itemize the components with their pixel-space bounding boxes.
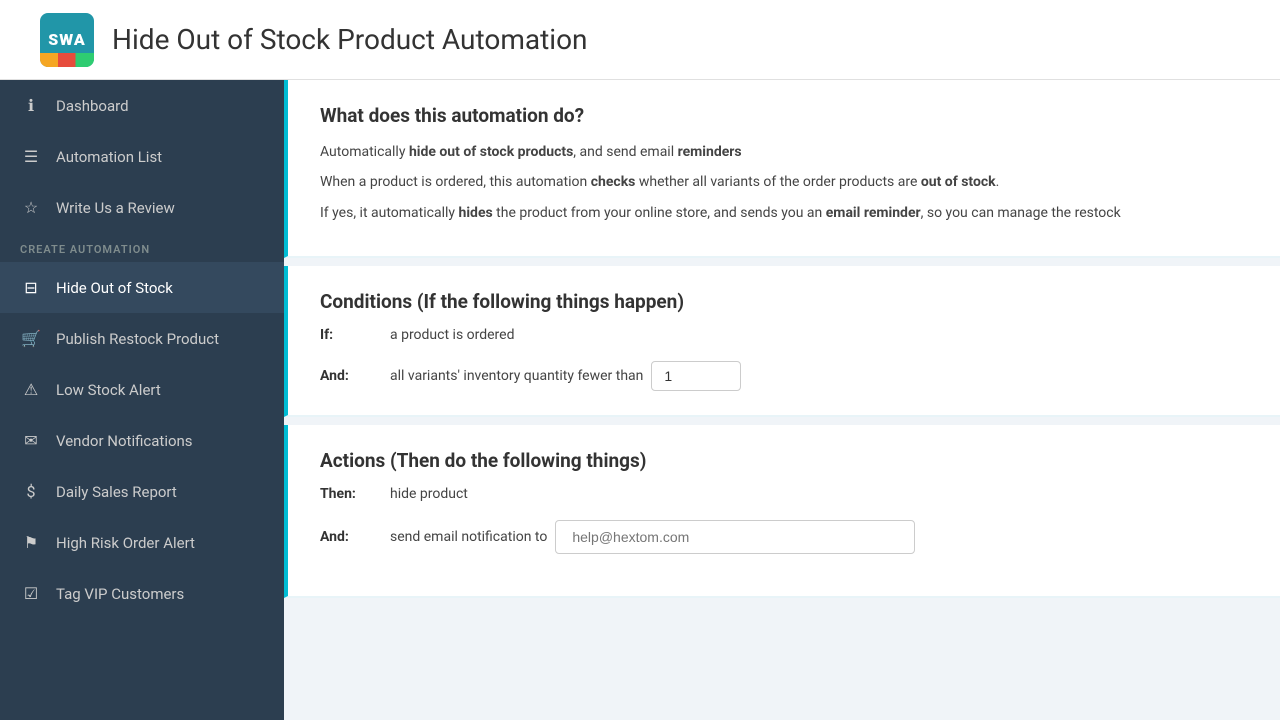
list-icon: ☰ [20, 147, 42, 166]
cart-icon: 🛒 [20, 329, 42, 348]
flag-icon: ⚑ [20, 533, 42, 552]
page-title: Hide Out of Stock Product Automation [112, 23, 588, 56]
sidebar-item-vendor-notifications[interactable]: ✉ Vendor Notifications [0, 415, 284, 466]
description-line2: When a product is ordered, this automati… [320, 171, 1248, 193]
action-then-label: Then: [320, 486, 390, 502]
action-and-text: send email notification to [390, 529, 547, 545]
tag-icon: ☑ [20, 584, 42, 603]
sidebar-item-label: Hide Out of Stock [56, 279, 173, 297]
condition-if-label: If: [320, 327, 390, 343]
sidebar-item-tag-vip-customers[interactable]: ☑ Tag VIP Customers [0, 568, 284, 619]
description-header: What does this automation do? [320, 104, 1248, 127]
sidebar-item-write-review[interactable]: ☆ Write Us a Review [0, 182, 284, 233]
conditions-panel: Conditions (If the following things happ… [284, 266, 1280, 417]
description-line1: Automatically hide out of stock products… [320, 141, 1248, 163]
box-icon: ⊟ [20, 278, 42, 297]
condition-if-row: If: a product is ordered [320, 327, 1248, 343]
conditions-grid: If: a product is ordered And: all varian… [320, 327, 1248, 391]
create-automation-section-label: CREATE AUTOMATION [0, 233, 284, 262]
condition-and-text: all variants' inventory quantity fewer t… [390, 368, 643, 384]
actions-panel: Actions (Then do the following things) T… [284, 425, 1280, 598]
sidebar-item-label: Low Stock Alert [56, 381, 161, 399]
condition-and-label: And: [320, 368, 390, 384]
sidebar-item-label: Write Us a Review [56, 199, 175, 217]
top-bar: SWA Hide Out of Stock Product Automation [0, 0, 1280, 80]
star-icon: ☆ [20, 198, 42, 217]
dashboard-icon: ℹ [20, 96, 42, 115]
dollar-icon: $ [20, 482, 42, 501]
sidebar-item-label: Dashboard [56, 97, 129, 115]
warning-icon: ⚠ [20, 380, 42, 399]
condition-if-text: a product is ordered [390, 327, 515, 343]
sidebar-item-dashboard[interactable]: ℹ Dashboard [0, 80, 284, 131]
condition-quantity-input[interactable] [651, 361, 741, 391]
action-then-text: hide product [390, 486, 468, 502]
description-panel: What does this automation do? Automatica… [284, 80, 1280, 258]
sidebar-item-low-stock-alert[interactable]: ⚠ Low Stock Alert [0, 364, 284, 415]
sidebar-item-high-risk-order-alert[interactable]: ⚑ High Risk Order Alert [0, 517, 284, 568]
sidebar-item-daily-sales-report[interactable]: $ Daily Sales Report [0, 466, 284, 517]
logo-text: SWA [48, 30, 85, 49]
action-and-label: And: [320, 529, 390, 545]
app-logo: SWA [40, 13, 94, 67]
action-then-row: Then: hide product [320, 486, 1248, 502]
sidebar-item-publish-restock[interactable]: 🛒 Publish Restock Product [0, 313, 284, 364]
sidebar-item-label: Automation List [56, 148, 162, 166]
action-and-row: And: send email notification to [320, 520, 1248, 554]
sidebar-item-label: High Risk Order Alert [56, 534, 195, 552]
sidebar-item-label: Daily Sales Report [56, 483, 177, 501]
actions-header: Actions (Then do the following things) [320, 449, 1248, 472]
sidebar-item-automation-list[interactable]: ☰ Automation List [0, 131, 284, 182]
main-content: What does this automation do? Automatica… [284, 80, 1280, 720]
sidebar-item-label: Vendor Notifications [56, 432, 193, 450]
action-email-input[interactable] [555, 520, 915, 554]
condition-and-row: And: all variants' inventory quantity fe… [320, 361, 1248, 391]
mail-icon: ✉ [20, 431, 42, 450]
sidebar-item-label: Publish Restock Product [56, 330, 219, 348]
sidebar: ℹ Dashboard ☰ Automation List ☆ Write Us… [0, 80, 284, 720]
sidebar-item-hide-out-of-stock[interactable]: ⊟ Hide Out of Stock [0, 262, 284, 313]
conditions-header: Conditions (If the following things happ… [320, 290, 1248, 313]
description-line3: If yes, it automatically hides the produ… [320, 202, 1248, 224]
sidebar-item-label: Tag VIP Customers [56, 585, 184, 603]
